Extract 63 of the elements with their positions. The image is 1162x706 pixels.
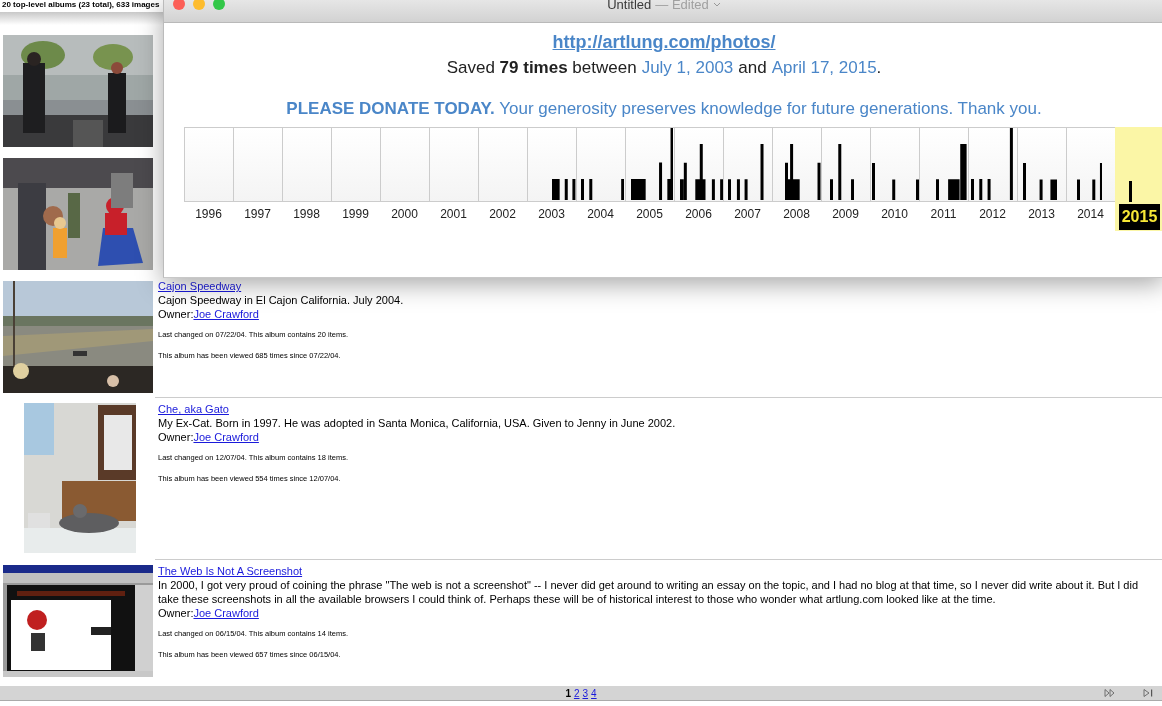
last-capture-link[interactable]: April 17, 2015 — [771, 57, 877, 79]
year-link[interactable]: 2014 — [1077, 207, 1104, 221]
skip-to-end-icon[interactable] — [1142, 689, 1154, 697]
window-title: Untitled — [607, 0, 652, 12]
year-link[interactable]: 2010 — [881, 207, 908, 221]
owner-link[interactable]: Joe Crawford — [193, 607, 259, 619]
year-link[interactable]: 2001 — [440, 207, 467, 221]
capture-bars-drawing — [936, 143, 967, 200]
capture-bars-drawing — [872, 162, 919, 200]
owner-label: Owner: — [158, 431, 194, 443]
year-link[interactable]: 1996 — [195, 207, 222, 221]
capture-bars-drawing — [1129, 181, 1133, 202]
year-link[interactable]: 2005 — [636, 207, 663, 221]
site-url-link[interactable]: http://artlung.com/photos/ — [552, 31, 776, 53]
year-link[interactable]: 2013 — [1028, 207, 1055, 221]
capture-bars-drawing — [581, 179, 625, 200]
year-link[interactable]: 1999 — [342, 207, 369, 221]
album-summary: 20 top-level albums (23 total), 633 images — [2, 0, 160, 9]
year-link[interactable]: 2002 — [489, 207, 516, 221]
donation-appeal: PLEASE DONATE TODAY. Your generosity preserves knowledge for future generations. Thank you. — [286, 98, 1042, 120]
capture-bars-drawing — [785, 143, 821, 200]
current-page: 1 — [565, 687, 571, 699]
album-title-link[interactable]: The Web Is Not A Screenshot — [158, 564, 303, 578]
year-link[interactable]: 2008 — [783, 207, 810, 221]
owner-label: Owner: — [158, 308, 194, 320]
page-link[interactable]: 2 — [573, 687, 580, 699]
album-title-link[interactable]: Cajon Speedway — [158, 279, 242, 293]
year-link[interactable]: 1997 — [244, 207, 271, 221]
saved-count-text: Saved 79 times between — [446, 57, 637, 79]
capture-bars-drawing — [830, 143, 855, 200]
album-title-link[interactable]: Che, aka Gato — [158, 402, 229, 416]
fast-forward-icon[interactable] — [1104, 689, 1116, 697]
first-capture-link[interactable]: July 1, 2003 — [641, 57, 734, 79]
album-description: In 2000, I got very proud of coining the phrase "The web is not a screenshot" -- I never did get around to writing an essay on the topic, and I had no blog at that time, so I never did write about it. But I did take these screenshots in all the available browsers I could think of. Perhaps these will be of historical interest to those who wonder what artlung.com looked like at the time. — [158, 578, 1140, 606]
capture-bars-drawing — [552, 179, 576, 200]
edited-status: — Edited — [655, 0, 709, 12]
year-link[interactable]: 2015 — [1118, 204, 1161, 230]
year-link[interactable]: 2009 — [832, 207, 859, 221]
period-text: . — [876, 57, 882, 79]
capture-bars-drawing — [1076, 162, 1103, 200]
album-description: My Ex-Cat. Born in 1997. He was adopted in Santa Monica, California, USA. Given to Jenny in June 2002. — [158, 416, 677, 430]
zoom-button[interactable] — [213, 0, 225, 10]
conjunction-text: and — [738, 57, 767, 79]
year-link[interactable]: 2006 — [685, 207, 712, 221]
chevron-icon[interactable] — [712, 2, 721, 7]
year-link[interactable]: 2003 — [538, 207, 565, 221]
page-link[interactable]: 3 — [582, 687, 589, 699]
owner-link[interactable]: Joe Crawford — [193, 431, 259, 443]
page-link[interactable]: 4 — [591, 687, 597, 699]
close-button[interactable] — [173, 0, 185, 10]
capture-bars-drawing — [1022, 162, 1058, 200]
album-description: Cajon Speedway in El Cajon California. July 2004. — [158, 293, 405, 307]
owner-link[interactable]: Joe Crawford — [193, 308, 259, 320]
capture-bars-drawing — [728, 143, 764, 200]
year-link[interactable]: 2012 — [979, 207, 1006, 221]
year-link[interactable]: 2004 — [587, 207, 614, 221]
year-link[interactable]: 2000 — [391, 207, 418, 221]
year-link[interactable]: 2011 — [930, 207, 957, 221]
year-link[interactable]: 1998 — [293, 207, 320, 221]
year-link[interactable]: 2007 — [734, 207, 761, 221]
minimize-button[interactable] — [193, 0, 205, 10]
owner-label: Owner: — [158, 607, 194, 619]
capture-bars-drawing — [679, 143, 723, 200]
